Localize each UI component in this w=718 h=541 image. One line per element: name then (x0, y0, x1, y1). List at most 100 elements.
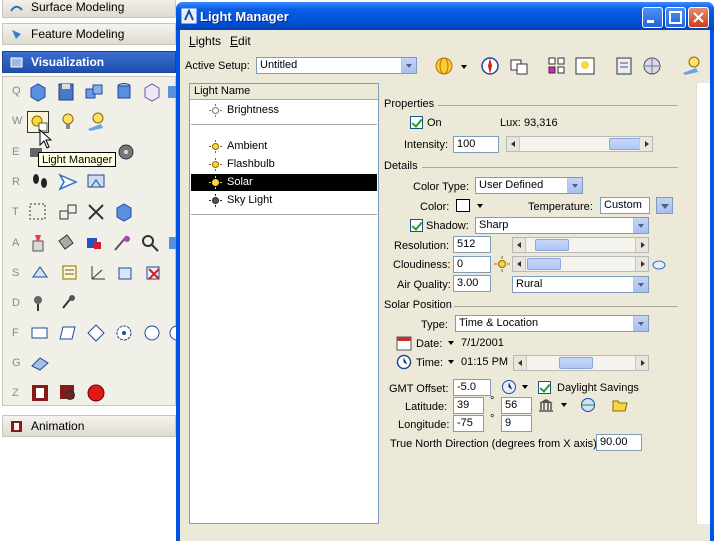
light-item-brightness[interactable]: Brightness (191, 102, 377, 119)
menu-lights[interactable]: Lights (189, 34, 221, 48)
map-axes-icon[interactable] (87, 262, 109, 284)
solar-type-select[interactable]: Time & Location (455, 315, 649, 332)
folder-open-icon[interactable] (612, 397, 628, 413)
date-dropdown-icon[interactable] (448, 341, 454, 345)
circle-shape-icon[interactable] (141, 322, 163, 344)
diamond-shape-icon[interactable] (85, 322, 107, 344)
footprints-icon[interactable] (29, 171, 51, 193)
solid-clip-icon[interactable] (113, 201, 135, 223)
fly-through-icon[interactable] (57, 171, 79, 193)
intensity-slider[interactable] (506, 136, 653, 152)
chevron-right-icon[interactable] (639, 137, 652, 151)
clip-box-icon[interactable] (27, 201, 49, 223)
multi-cube-icon[interactable] (83, 81, 105, 103)
temperature-dropdown-button[interactable] (656, 197, 673, 214)
menu-edit[interactable]: Edit (230, 34, 251, 48)
resolution-slider[interactable] (512, 237, 649, 253)
map-list-icon[interactable] (59, 262, 81, 284)
time-value[interactable]: 01:15 PM (461, 356, 508, 368)
material-edit-icon[interactable] (111, 232, 133, 254)
latitude-degrees-input[interactable]: 39 (453, 397, 484, 414)
title-bar[interactable]: Light Manager (176, 2, 714, 30)
save-image-icon[interactable] (55, 81, 77, 103)
close-button[interactable] (688, 7, 709, 28)
film-reel-icon[interactable] (115, 141, 137, 163)
paint-bucket-icon[interactable] (55, 232, 77, 254)
shadow-select[interactable]: Sharp (475, 217, 649, 234)
animation-header[interactable]: Animation (2, 415, 176, 437)
globe-dropdown-icon[interactable] (461, 65, 467, 69)
material-cube-icon[interactable] (141, 81, 163, 103)
section-icon[interactable] (57, 201, 79, 223)
longitude-minutes-input[interactable]: 9 (501, 415, 532, 432)
air-quality-input[interactable]: 3.00 (453, 275, 491, 292)
gear-shape-icon[interactable] (113, 322, 135, 344)
rectangle-shape-icon[interactable] (29, 322, 51, 344)
paint-icon[interactable] (27, 232, 49, 254)
light-properties-icon[interactable] (574, 55, 596, 77)
time-slider[interactable] (513, 355, 649, 371)
window-layout-icon[interactable] (508, 55, 530, 77)
slider-thumb[interactable] (527, 258, 561, 270)
map-remove-icon[interactable] (143, 262, 165, 284)
time-dropdown-icon[interactable] (448, 360, 454, 364)
globe-icon[interactable] (433, 55, 455, 77)
grid-view-icon[interactable] (546, 55, 568, 77)
chevron-right-icon[interactable] (635, 356, 648, 370)
light-item-solar[interactable]: Solar (191, 174, 377, 191)
walk-view-icon[interactable] (85, 171, 107, 193)
light-item-sky-light[interactable]: Sky Light (191, 192, 377, 209)
color-swatch[interactable] (456, 199, 470, 212)
light-item-flashbulb[interactable]: Flashbulb (191, 156, 377, 173)
light-bulb-icon[interactable] (57, 111, 79, 133)
cell-place-icon[interactable] (57, 292, 79, 314)
on-checkbox[interactable] (410, 116, 423, 129)
true-north-input[interactable]: 90.00 (596, 434, 642, 451)
feature-modeling-header[interactable]: Feature Modeling (2, 23, 176, 45)
lamp-define-icon[interactable] (85, 111, 107, 133)
location-dropdown-icon[interactable] (561, 403, 567, 407)
cloudiness-input[interactable]: 0 (453, 256, 491, 273)
chevron-left-icon[interactable] (507, 137, 520, 151)
color-type-select[interactable]: User Defined (475, 177, 583, 194)
world-clock-icon[interactable] (501, 379, 517, 395)
building-icon[interactable] (538, 397, 554, 413)
slider-thumb[interactable] (559, 357, 593, 369)
maximize-button[interactable] (665, 7, 686, 28)
chevron-left-icon[interactable] (513, 238, 526, 252)
scene-group-icon[interactable] (29, 352, 51, 374)
active-setup-select[interactable]: Untitled (256, 57, 417, 74)
globe-location-icon[interactable] (580, 397, 596, 413)
map-planar-icon[interactable] (29, 262, 51, 284)
animation-film-icon[interactable] (29, 382, 51, 404)
clip-cut-icon[interactable] (85, 201, 107, 223)
surface-modeling-header[interactable]: Surface Modeling (2, 0, 176, 18)
light-item-ambient[interactable]: Ambient (191, 138, 377, 155)
material-query-icon[interactable] (139, 232, 161, 254)
material-assign-icon[interactable] (83, 232, 105, 254)
chevron-left-icon[interactable] (514, 356, 527, 370)
color-dropdown-icon[interactable] (477, 204, 483, 208)
intensity-input[interactable]: 100 (453, 136, 499, 153)
chevron-right-icon[interactable] (635, 238, 648, 252)
minimize-button[interactable] (642, 7, 663, 28)
cell-define-icon[interactable] (29, 292, 51, 314)
render-cube-icon[interactable] (27, 81, 49, 103)
date-value[interactable]: 7/1/2001 (461, 337, 504, 349)
cylinder-render-icon[interactable] (113, 81, 135, 103)
air-quality-select[interactable]: Rural (512, 276, 649, 293)
longitude-degrees-input[interactable]: -75 (453, 415, 484, 432)
daylight-savings-checkbox[interactable] (538, 381, 551, 394)
lamp-icon[interactable] (680, 55, 702, 77)
map-cube-icon[interactable] (115, 262, 137, 284)
animation-preview-icon[interactable] (57, 382, 79, 404)
parallelogram-shape-icon[interactable] (57, 322, 79, 344)
chevron-right-icon[interactable] (635, 257, 648, 271)
shadow-checkbox[interactable] (410, 219, 423, 232)
world-clock-dropdown-icon[interactable] (522, 385, 528, 389)
sphere-preview-icon[interactable] (641, 55, 663, 77)
light-list-icon[interactable] (613, 55, 635, 77)
temperature-input[interactable]: Custom (600, 197, 650, 214)
record-icon[interactable] (85, 382, 107, 404)
gmt-offset-input[interactable]: -5.0 (453, 379, 491, 396)
